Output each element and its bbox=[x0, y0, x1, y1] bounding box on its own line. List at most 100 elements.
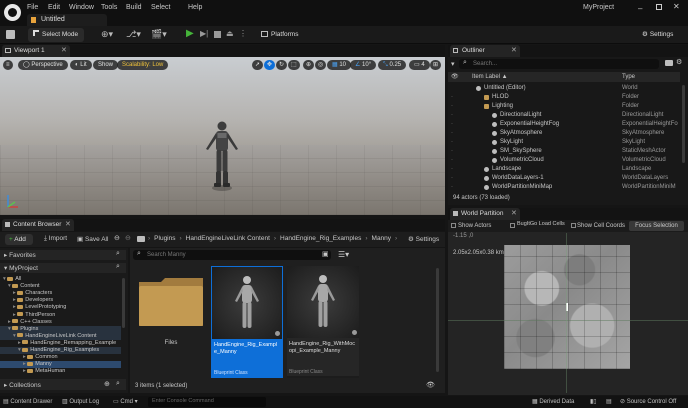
visibility-icon[interactable]: · bbox=[451, 102, 453, 111]
tree-folder-item[interactable]: ▸ ThirdPerson bbox=[0, 312, 121, 319]
add-actor-icon[interactable]: ⊕▾ bbox=[101, 29, 113, 40]
console-input-box[interactable]: Enter Console Command bbox=[148, 397, 266, 407]
notifications-icon[interactable]: ▤ bbox=[606, 398, 612, 406]
tree-folder-item[interactable]: ▸ Characters bbox=[0, 290, 121, 297]
close-tab-icon[interactable]: ✕ bbox=[511, 209, 517, 217]
tree-folder-item[interactable]: ▾ HandEngine_Rig_Examples bbox=[0, 347, 121, 354]
visibility-column-icon[interactable]: 👁 bbox=[451, 73, 459, 80]
view-options-icon[interactable]: 👁 bbox=[426, 381, 435, 389]
rotation-snap-button[interactable]: ∠ 10° bbox=[350, 60, 377, 70]
outliner-row[interactable]: · HLOD Folder bbox=[448, 93, 680, 102]
settings-button[interactable]: ⚙ Settings bbox=[637, 28, 678, 42]
asset-search-input[interactable]: Search Manny bbox=[147, 252, 186, 258]
visibility-icon[interactable]: · bbox=[451, 111, 453, 120]
outliner-row[interactable]: · SM_SkySphere StaticMeshActor bbox=[448, 147, 680, 156]
tree-folder-item[interactable]: ▸ Common bbox=[0, 354, 121, 361]
menu-select[interactable]: Select bbox=[151, 4, 170, 11]
folder-breadcrumb-icon[interactable] bbox=[137, 236, 145, 242]
grid-snap-button[interactable]: ▦ 10 bbox=[327, 60, 352, 70]
menu-help[interactable]: Help bbox=[188, 4, 202, 11]
minimize-icon[interactable]: – bbox=[638, 4, 642, 13]
select-mode-button[interactable]: Select Mode bbox=[28, 28, 84, 42]
scale-snap-button[interactable]: ⤡ 0.25 bbox=[378, 60, 407, 70]
play-options-icon[interactable]: ⋮ bbox=[239, 29, 247, 38]
show-button[interactable]: Show bbox=[93, 60, 119, 70]
tree-scrollbar[interactable] bbox=[122, 278, 125, 328]
minimap[interactable] bbox=[504, 245, 630, 369]
close-tab-icon[interactable]: ✕ bbox=[65, 220, 71, 228]
import-button[interactable]: ⤓ Import bbox=[44, 235, 67, 243]
asset-search-box[interactable]: ⌕ Search Manny ▣ bbox=[133, 250, 331, 260]
visibility-icon[interactable]: · bbox=[451, 183, 453, 192]
outliner-search-box[interactable]: ⌕ Search... bbox=[459, 59, 659, 69]
outliner-scrollbar[interactable] bbox=[682, 85, 685, 163]
outliner-row[interactable]: · DirectionalLight DirectionalLight bbox=[448, 111, 680, 120]
breadcrumb-plugins[interactable]: Plugins bbox=[154, 235, 175, 242]
visibility-icon[interactable]: · bbox=[451, 120, 453, 129]
menu-file[interactable]: File bbox=[27, 4, 38, 11]
mannequin-character[interactable] bbox=[198, 119, 246, 193]
visibility-icon[interactable]: · bbox=[451, 129, 453, 138]
tab-outliner[interactable]: Outliner ✕ bbox=[450, 45, 520, 57]
history-forward-icon[interactable]: ⊖ bbox=[125, 234, 131, 242]
breadcrumb-handengine-content[interactable]: HandEngineLiveLink Content bbox=[186, 235, 270, 242]
tab-world-partition[interactable]: World Partition ✕ bbox=[450, 208, 520, 220]
collections-header[interactable]: ▸ Collections ⊕ ⌕ bbox=[0, 379, 126, 390]
visibility-icon[interactable]: · bbox=[451, 147, 453, 156]
rotate-tool-icon[interactable]: ↻ bbox=[276, 60, 288, 70]
menu-tools[interactable]: Tools bbox=[101, 4, 117, 11]
source-control-button[interactable]: ⊘ Source Control Off bbox=[620, 398, 676, 406]
column-item-label[interactable]: Item Label ▲ bbox=[472, 74, 508, 80]
scalability-badge[interactable]: Scalability: Low bbox=[117, 60, 169, 70]
stop-icon[interactable] bbox=[214, 31, 221, 38]
play-step-icon[interactable]: ▶| bbox=[200, 29, 208, 38]
surface-snap-icon[interactable]: ◎ bbox=[315, 60, 327, 70]
outliner-row[interactable]: · Landscape Landscape bbox=[448, 165, 680, 174]
save-icon[interactable] bbox=[6, 30, 15, 39]
add-button[interactable]: + Add bbox=[5, 234, 33, 245]
breadcrumb-rig-examples[interactable]: HandEngine_Rig_Examples bbox=[280, 235, 361, 242]
perspective-button[interactable]: ◯ Perspective bbox=[18, 60, 68, 70]
create-folder-icon[interactable] bbox=[665, 60, 673, 66]
bugitgo-checkbox[interactable] bbox=[510, 223, 515, 228]
visibility-icon[interactable]: · bbox=[451, 174, 453, 183]
platforms-button[interactable]: Platforms bbox=[256, 28, 303, 42]
close-tab-icon[interactable]: ✕ bbox=[511, 46, 517, 54]
visibility-icon[interactable]: · bbox=[451, 138, 453, 147]
tab-content-browser[interactable]: Content Browser ✕ bbox=[2, 219, 74, 231]
level-tab[interactable]: Untitled bbox=[27, 14, 107, 26]
eject-icon[interactable]: ⏏ bbox=[226, 29, 234, 38]
content-drawer-button[interactable]: ▤ Content Drawer bbox=[3, 398, 52, 406]
asset-tile-rig-mocopi-manny[interactable]: HandEngine_Rig_WithMocopi_Example_Manny … bbox=[287, 266, 359, 378]
play-icon[interactable]: ▶ bbox=[186, 28, 194, 39]
show-cell-coords-checkbox[interactable] bbox=[571, 223, 576, 228]
outliner-row[interactable]: · WorldDataLayers-1 WorldDataLayers bbox=[448, 174, 680, 183]
tree-folder-item[interactable]: ▾ HandEngineLiveLink Content bbox=[0, 332, 121, 340]
outliner-search-input[interactable]: Search... bbox=[473, 61, 497, 67]
save-search-icon[interactable]: ▣ bbox=[322, 250, 329, 258]
outliner-row[interactable]: · SkyLight SkyLight bbox=[448, 138, 680, 147]
outliner-row[interactable]: · WorldPartitionMiniMap WorldPartitionMini… bbox=[448, 183, 680, 192]
maximize-viewport-icon[interactable]: ⊞ bbox=[430, 60, 442, 70]
tree-folder-item[interactable]: ▾ All bbox=[0, 276, 121, 283]
outliner-row[interactable]: · VolumetricCloud VolumetricCloud bbox=[448, 156, 680, 165]
level-viewport[interactable]: ≡ ◯ Perspective ◐ Lit Show Scalability: … bbox=[0, 57, 445, 215]
breadcrumb-manny[interactable]: Manny bbox=[372, 235, 392, 242]
project-header[interactable]: ▾ MyProject ⌕ bbox=[0, 263, 126, 273]
visibility-icon[interactable]: · bbox=[451, 93, 453, 102]
visibility-icon[interactable]: · bbox=[451, 156, 453, 165]
unreal-logo-icon[interactable] bbox=[4, 4, 21, 21]
world-space-icon[interactable]: ⊕ bbox=[303, 60, 315, 70]
search-icon[interactable]: ⌕ bbox=[116, 380, 120, 388]
tree-folder-item[interactable]: ▸ Manny bbox=[0, 361, 121, 369]
menu-build[interactable]: Build bbox=[126, 4, 142, 11]
close-icon[interactable]: ✕ bbox=[673, 2, 680, 11]
viewport-menu-icon[interactable]: ≡ bbox=[3, 60, 13, 70]
maximize-icon[interactable] bbox=[656, 4, 662, 10]
asset-tile-rig-example-manny[interactable]: HandEngine_Rig_Example_Manny Blueprint C… bbox=[211, 266, 283, 378]
scale-tool-icon[interactable]: ⬚ bbox=[288, 60, 300, 70]
outliner-row[interactable]: Untitled (Editor) World bbox=[448, 84, 680, 93]
select-tool-icon[interactable]: ➚ bbox=[252, 60, 264, 70]
search-icon[interactable]: ⌕ bbox=[116, 263, 120, 271]
asset-tile-folder[interactable]: Files bbox=[135, 266, 207, 378]
